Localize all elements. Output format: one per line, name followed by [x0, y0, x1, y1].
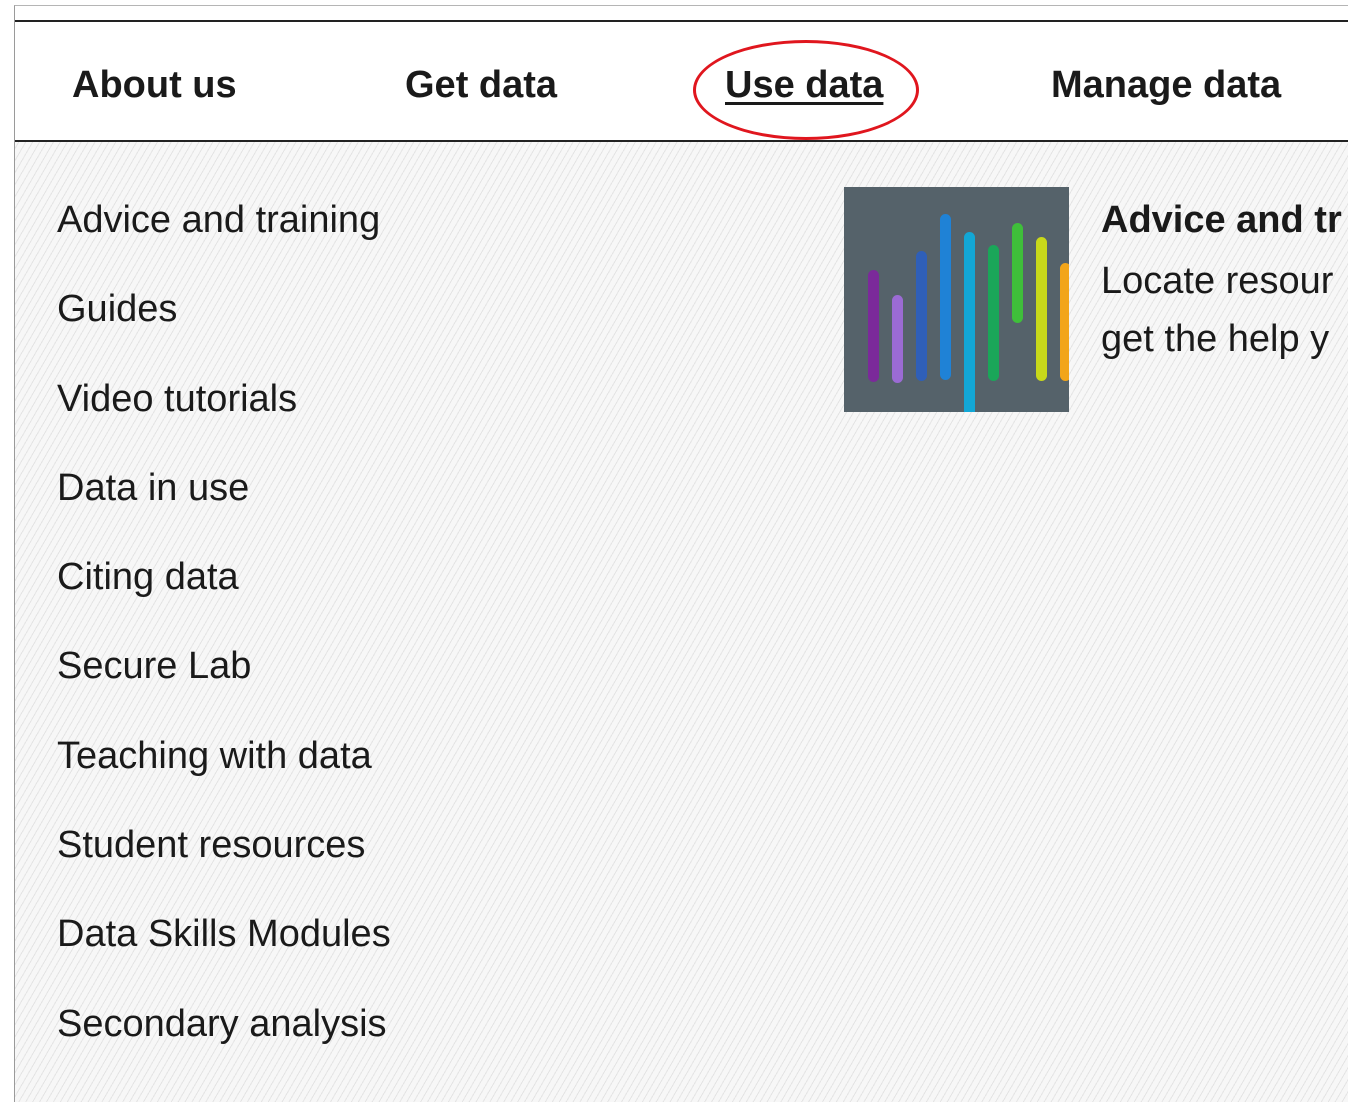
feature-description-line: Locate resour — [1101, 260, 1334, 302]
menu-link-teaching-with-data[interactable]: Teaching with data — [57, 734, 372, 778]
menu-link-secure-lab[interactable]: Secure Lab — [57, 644, 251, 688]
menu-link-secondary-analysis[interactable]: Secondary analysis — [57, 1002, 387, 1046]
thumbnail-bar — [1012, 223, 1023, 323]
feature-description: Locate resour get the help y — [1101, 252, 1348, 368]
page-frame: About us Get data Use data Manage data A… — [14, 5, 1348, 1102]
thumbnail-bar — [988, 245, 999, 381]
nav-get-data[interactable]: Get data — [405, 63, 557, 107]
thumbnail-bar — [1060, 263, 1069, 381]
dropdown-panel: Advice and training Guides Video tutoria… — [15, 142, 1348, 1102]
feature-description-line: get the help y — [1101, 318, 1330, 360]
thumbnail-bar — [1036, 237, 1047, 381]
feature-title[interactable]: Advice and tr — [1101, 198, 1342, 242]
nav-about-us[interactable]: About us — [72, 63, 237, 107]
colored-bars-thumbnail[interactable] — [844, 187, 1069, 412]
thumbnail-bar — [892, 295, 903, 383]
menu-link-video-tutorials[interactable]: Video tutorials — [57, 377, 297, 421]
highlight-annotation-ellipse — [693, 40, 919, 140]
thumbnail-bar — [940, 214, 951, 380]
menu-link-advice-and-training[interactable]: Advice and training — [57, 198, 380, 242]
thumbnail-bar — [916, 251, 927, 381]
menu-link-citing-data[interactable]: Citing data — [57, 555, 239, 599]
nav-manage-data[interactable]: Manage data — [1051, 63, 1281, 107]
thumbnail-bar — [964, 232, 975, 412]
menu-link-guides[interactable]: Guides — [57, 287, 177, 331]
thumbnail-bar — [868, 270, 879, 382]
main-navigation: About us Get data Use data Manage data — [15, 20, 1348, 142]
menu-link-data-skills-modules[interactable]: Data Skills Modules — [57, 912, 391, 956]
menu-link-data-in-use[interactable]: Data in use — [57, 466, 249, 510]
menu-link-student-resources[interactable]: Student resources — [57, 823, 365, 867]
